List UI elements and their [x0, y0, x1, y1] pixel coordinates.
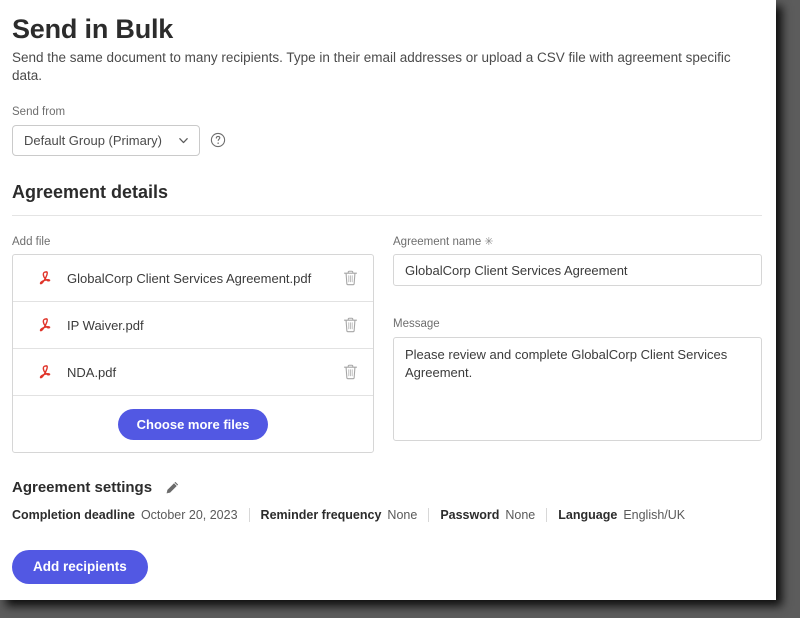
- message-textarea[interactable]: Please review and complete GlobalCorp Cl…: [393, 337, 762, 441]
- setting-language: Language English/UK: [546, 508, 696, 522]
- setting-key: Language: [558, 508, 617, 522]
- chevron-down-icon: [178, 135, 189, 146]
- file-name: IP Waiver.pdf: [67, 318, 342, 333]
- file-list-item[interactable]: IP Waiver.pdf: [13, 302, 373, 349]
- agreement-name-label: Agreement name✳: [393, 236, 762, 250]
- required-asterisk-icon: ✳: [484, 236, 493, 248]
- agreement-fields-column: Agreement name✳ Message Please review an…: [393, 236, 762, 447]
- field-spacer: [393, 286, 762, 318]
- agreement-settings-header: Agreement settings: [12, 479, 762, 497]
- add-recipients-button[interactable]: Add recipients: [12, 550, 148, 584]
- agreement-details-columns: Add file GlobalCorp Client Services Agre…: [12, 236, 762, 454]
- question-circle-icon[interactable]: [210, 132, 226, 148]
- agreement-settings-block: Agreement settings Completion deadline O…: [12, 479, 762, 522]
- agreement-settings-title: Agreement settings: [12, 479, 152, 497]
- setting-key: Password: [440, 508, 499, 522]
- send-from-label: Send from: [12, 106, 762, 120]
- trash-icon[interactable]: [342, 269, 359, 287]
- setting-value: English/UK: [623, 508, 685, 522]
- trash-icon[interactable]: [342, 363, 359, 381]
- agreement-name-label-text: Agreement name: [393, 236, 481, 248]
- pdf-icon: [35, 363, 53, 381]
- footer-actions: Add recipients: [12, 550, 762, 584]
- send-from-select[interactable]: Default Group (Primary): [12, 125, 200, 156]
- pdf-icon: [35, 269, 53, 287]
- setting-value: None: [387, 508, 417, 522]
- add-file-label: Add file: [12, 236, 374, 250]
- setting-password: Password None: [428, 508, 546, 522]
- setting-key: Completion deadline: [12, 508, 135, 522]
- message-label: Message: [393, 318, 762, 332]
- choose-more-files-button[interactable]: Choose more files: [118, 409, 269, 440]
- agreement-details-heading: Agreement details: [12, 182, 762, 204]
- setting-value: None: [505, 508, 535, 522]
- page-title: Send in Bulk: [12, 14, 762, 45]
- file-list-actions: Choose more files: [13, 396, 373, 452]
- file-name: NDA.pdf: [67, 365, 342, 380]
- setting-value: October 20, 2023: [141, 508, 238, 522]
- file-list: GlobalCorp Client Services Agreement.pdf: [12, 254, 374, 453]
- setting-key: Reminder frequency: [261, 508, 382, 522]
- file-name: GlobalCorp Client Services Agreement.pdf: [67, 271, 342, 286]
- page-content: Send in Bulk Send the same document to m…: [0, 0, 776, 600]
- send-from-selected-value: Default Group (Primary): [24, 133, 162, 148]
- add-file-column: Add file GlobalCorp Client Services Agre…: [12, 236, 374, 454]
- section-divider: [12, 215, 762, 216]
- setting-reminder-frequency: Reminder frequency None: [249, 508, 429, 522]
- pencil-icon[interactable]: [164, 480, 180, 496]
- page-subtitle: Send the same document to many recipient…: [12, 49, 762, 84]
- agreement-name-input[interactable]: [393, 254, 762, 286]
- file-list-item[interactable]: GlobalCorp Client Services Agreement.pdf: [13, 255, 373, 302]
- send-from-block: Send from Default Group (Primary): [12, 106, 762, 156]
- screenshot-root: Send in Bulk Send the same document to m…: [0, 0, 800, 618]
- agreement-settings-summary: Completion deadline October 20, 2023 Rem…: [12, 508, 762, 522]
- pdf-icon: [35, 316, 53, 334]
- send-from-row: Default Group (Primary): [12, 125, 762, 156]
- file-list-item[interactable]: NDA.pdf: [13, 349, 373, 396]
- setting-completion-deadline: Completion deadline October 20, 2023: [12, 508, 249, 522]
- page-card: Send in Bulk Send the same document to m…: [0, 0, 776, 600]
- trash-icon[interactable]: [342, 316, 359, 334]
